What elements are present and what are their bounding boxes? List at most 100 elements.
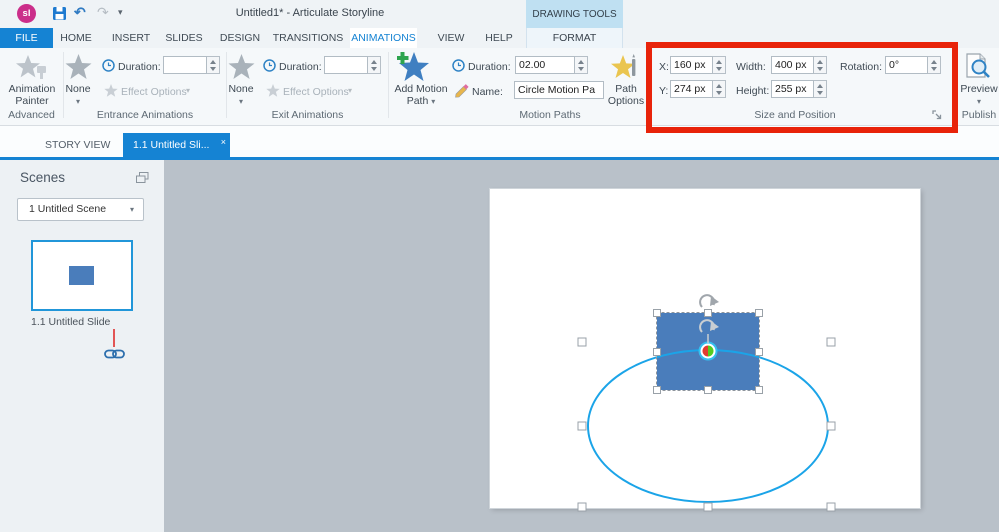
close-icon[interactable]: × bbox=[221, 130, 226, 154]
width-spinner[interactable] bbox=[814, 56, 827, 74]
tab-insert[interactable]: INSERT bbox=[112, 28, 150, 48]
redo-button[interactable]: ↷ bbox=[97, 4, 109, 21]
exit-duration-label: Duration: bbox=[279, 61, 322, 73]
clock-icon bbox=[263, 59, 276, 72]
tab-slides[interactable]: SLIDES bbox=[165, 28, 202, 48]
effect-options-star-icon bbox=[266, 84, 280, 97]
qat-customize-button[interactable]: ▾ bbox=[118, 7, 123, 18]
effect-options-star-icon bbox=[104, 84, 118, 97]
exit-effect-options-caret: ▾ bbox=[348, 86, 353, 95]
tab-animations[interactable]: ANIMATIONS bbox=[350, 28, 417, 48]
entrance-duration-spinner[interactable] bbox=[207, 56, 220, 74]
animation-painter-icon[interactable] bbox=[15, 54, 49, 80]
insert-position-marker bbox=[113, 329, 115, 347]
motion-path-start-point[interactable] bbox=[698, 341, 718, 361]
path-options-star-icon bbox=[611, 54, 636, 78]
tab-view[interactable]: VIEW bbox=[438, 28, 465, 48]
resize-handle[interactable] bbox=[755, 309, 763, 317]
path-resize-handle[interactable] bbox=[826, 502, 836, 512]
y-label: Y: bbox=[659, 85, 669, 97]
group-label-exit-animations: Exit Animations bbox=[271, 109, 344, 121]
x-spinner[interactable] bbox=[713, 56, 726, 74]
tab-home[interactable]: HOME bbox=[60, 28, 92, 48]
title-bar: sl ↶ ↷ ▾ Untitled1* - Articulate Storyli… bbox=[0, 0, 999, 28]
y-input[interactable] bbox=[670, 80, 713, 98]
tab-help[interactable]: HELP bbox=[485, 28, 512, 48]
size-position-dialog-launcher-icon[interactable] bbox=[932, 110, 942, 120]
resize-handle[interactable] bbox=[653, 386, 661, 394]
resize-handle[interactable] bbox=[653, 309, 661, 317]
tab-story-view[interactable]: STORY VIEW bbox=[22, 133, 110, 157]
rotation-input[interactable] bbox=[885, 56, 928, 74]
path-resize-handle[interactable] bbox=[577, 502, 587, 512]
chevron-down-icon: ▾ bbox=[129, 205, 134, 214]
width-label: Width: bbox=[736, 61, 766, 73]
pencil-icon bbox=[455, 84, 469, 98]
path-resize-handle[interactable] bbox=[577, 337, 587, 347]
scenes-panel: Scenes 1 Untitled Scene ▾ 1.1 Untitled S… bbox=[0, 160, 164, 532]
add-motion-path-button[interactable]: Add Motion Path ▾ bbox=[390, 83, 452, 108]
entrance-none-star-icon bbox=[65, 54, 92, 79]
entrance-none-button[interactable]: None bbox=[56, 83, 100, 95]
tab-file[interactable]: FILE bbox=[0, 28, 53, 48]
exit-effect-options-button[interactable]: Effect Options bbox=[283, 86, 349, 98]
path-resize-handle[interactable] bbox=[826, 337, 836, 347]
ribbon: Animation Painter Advanced None ▾ Durati… bbox=[0, 48, 999, 126]
save-icon[interactable] bbox=[52, 6, 67, 21]
motion-name-input[interactable] bbox=[514, 81, 604, 99]
resize-handle[interactable] bbox=[704, 309, 712, 317]
animation-painter-button[interactable]: Animation Painter bbox=[3, 83, 61, 107]
collapse-panel-icon[interactable] bbox=[136, 172, 149, 184]
group-label-size-and-position: Size and Position bbox=[754, 109, 836, 121]
tab-slide-1-1[interactable]: 1.1 Untitled Sli... × bbox=[123, 133, 230, 157]
height-input[interactable] bbox=[771, 80, 814, 98]
motion-duration-label: Duration: bbox=[468, 61, 511, 73]
preview-dropdown[interactable]: ▾ bbox=[958, 95, 999, 108]
exit-none-star-icon bbox=[228, 54, 255, 79]
path-resize-handle[interactable] bbox=[703, 502, 713, 512]
motion-name-label: Name: bbox=[472, 86, 503, 98]
entrance-effect-options-caret: ▾ bbox=[186, 86, 191, 95]
resize-handle[interactable] bbox=[755, 386, 763, 394]
exit-none-button[interactable]: None bbox=[219, 83, 263, 95]
app-logo: sl bbox=[17, 4, 36, 23]
link-icon bbox=[104, 349, 125, 359]
x-label: X: bbox=[659, 61, 669, 73]
exit-duration-input[interactable] bbox=[324, 56, 368, 74]
exit-none-dropdown[interactable]: ▾ bbox=[219, 95, 263, 108]
path-resize-handle[interactable] bbox=[577, 421, 587, 431]
preview-icon bbox=[966, 53, 990, 78]
height-spinner[interactable] bbox=[814, 80, 827, 98]
slide-thumbnail[interactable] bbox=[31, 240, 133, 311]
undo-button[interactable]: ↶ bbox=[74, 4, 86, 21]
motion-duration-spinner[interactable] bbox=[575, 56, 588, 74]
path-options-button[interactable]: Path Options bbox=[603, 83, 649, 107]
path-resize-handle[interactable] bbox=[826, 421, 836, 431]
clock-icon bbox=[452, 59, 465, 72]
preview-button[interactable]: Preview bbox=[958, 83, 999, 95]
scene-selector-dropdown[interactable]: 1 Untitled Scene ▾ bbox=[17, 198, 144, 221]
resize-handle[interactable] bbox=[704, 386, 712, 394]
slide-canvas[interactable] bbox=[164, 160, 999, 532]
y-spinner[interactable] bbox=[713, 80, 726, 98]
height-label: Height: bbox=[736, 85, 770, 97]
tab-transitions[interactable]: TRANSITIONS bbox=[273, 28, 344, 48]
entrance-none-dropdown[interactable]: ▾ bbox=[56, 95, 100, 108]
slide-thumbnail-label: 1.1 Untitled Slide bbox=[31, 316, 111, 328]
tab-format[interactable]: FORMAT bbox=[526, 28, 623, 48]
rotation-spinner[interactable] bbox=[928, 56, 941, 74]
drawing-tools-contextual-header: DRAWING TOOLS bbox=[526, 0, 623, 28]
x-input[interactable] bbox=[670, 56, 713, 74]
width-input[interactable] bbox=[771, 56, 814, 74]
motion-duration-input[interactable] bbox=[515, 56, 575, 74]
scenes-panel-title: Scenes bbox=[20, 170, 66, 185]
group-label-entrance-animations: Entrance Animations bbox=[96, 109, 194, 121]
resize-handle[interactable] bbox=[653, 348, 661, 356]
tab-design[interactable]: DESIGN bbox=[220, 28, 260, 48]
group-label-advanced: Advanced bbox=[8, 109, 55, 121]
resize-handle[interactable] bbox=[755, 348, 763, 356]
window-title: Untitled1* - Articulate Storyline bbox=[235, 7, 385, 19]
exit-duration-spinner[interactable] bbox=[368, 56, 381, 74]
entrance-duration-input[interactable] bbox=[163, 56, 207, 74]
entrance-effect-options-button[interactable]: Effect Options bbox=[121, 86, 187, 98]
